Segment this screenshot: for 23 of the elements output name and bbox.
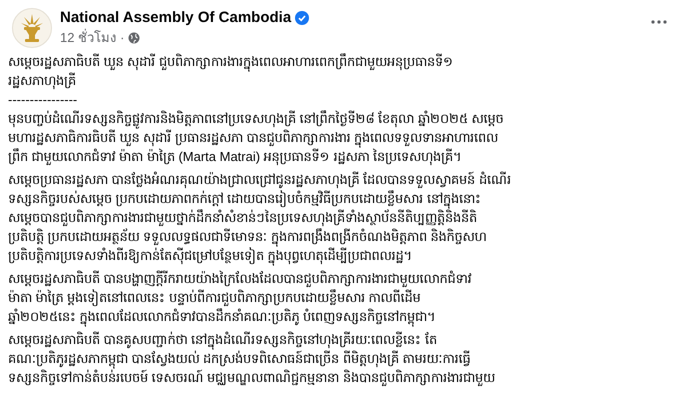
post-text: មុនបញ្ចប់ដំណើរទស្សនកិច្ចផ្លូវការនិងមិត្តភាពនៅប្រទេសហុងគ្រី នៅព្រឹកថ្ងៃទី២៨ ខែតុលា ឆ្នាំ២០២៥ សម្តេច (8, 109, 679, 128)
post-text: ទស្សនកិច្ចទៅកាន់តំបន់របេចម៍ ទេសចរណ៍ មជ្ឈមណ្ឌលពាណិជ្ជកម្មនានា និងបានជួបពិភាក្សាការងារជាមួយ (8, 369, 496, 387)
post-text: សម្តេចរដ្ឋសភាធិបតី បានបង្ហាញក្តីរីករាយយ៉ាងក្រៃលែងដែលបានជួបពិភាក្សាការងារជាមួយលោកជំទាវ (8, 270, 473, 288)
emblem-logo (12, 8, 52, 48)
separator-dot: · (120, 29, 124, 47)
more-options-icon[interactable] (651, 20, 667, 24)
post-text: គណៈប្រតិភូរដ្ឋសភាកម្ពុជា បានស្វែងយល់ ដកស្រង់បទពិសោធន៍ជាច្រើន ពីមិត្តហុងគ្រី តាមរយៈការធ្វើ (8, 349, 679, 368)
post-title: រដ្ឋសភាហុងគ្រី (8, 72, 77, 90)
dashed-separator: ---------------- (8, 91, 78, 109)
post-text: ម៉ាតា ម៉ាត្រៃ ម្តងទៀតនៅពេលនេះ បន្ទាប់ពីការជួបពិភាក្សាប្រកបដោយខ្លឹមសារ កាលពីដើម (8, 288, 422, 307)
globe-icon (128, 32, 140, 44)
post-text: សម្តេចប្រធានរដ្ឋសភា បានថ្លែងអំណរគុណយ៉ាងជ្រាលជ្រៅជូនរដ្ឋសភាហុងគ្រី ដែលបានទទួលស្វាគមន៍ ដំណើរ (8, 170, 512, 189)
post-text: ប្រតិបត្តិការប្រទេសទាំងពីរឱ្យកាន់តែស៊ីជម្រៅបន្ថែមទៀត ក្នុងបុព្វហេតុដើម្បីប្រជាពលរដ្ឋ។ (8, 246, 679, 265)
post-text: ទស្សនកិច្ចរបស់សម្តេច ប្រកបដោយភាពកក់ក្តៅ ដោយបានរៀបចំកម្មវិធីប្រកបដោយខ្លឹមសារ នៅក្នុងនោះ (8, 189, 679, 208)
post-text: សម្តេចបានជួបពិភាក្សាការងារជាមួយថ្នាក់ដឹកនាំសំខាន់ៗនៃប្រទេសហុងគ្រីទាំងស្ថាប័ននីតិប្បញ្ញត្តិនិងនីតិ (8, 209, 478, 227)
page-name[interactable]: National Assembly Of Cambodia (60, 8, 292, 28)
post-text: ប្រតិបត្តិ ប្រកបដោយអត្ថន័យ ទទួលលទ្ធផលជាទីមោទនៈ ក្នុងការពង្រឹងពង្រីកចំណងមិត្តភាព និងកិច្ចសហ (8, 227, 679, 246)
post-text: សម្តេចរដ្ឋសភាធិបតី បានគូសបញ្ជាក់ថា នៅក្នុងដំណើរទស្សនកិច្ចនៅហុងគ្រីរយៈពេលខ្លីនេះ តែ (8, 330, 679, 349)
post-text: ឆ្នាំ២០២៥នេះ ក្នុងពេលដែលលោកជំទាវបានដឹកនាំគណៈប្រតិភូ បំពេញទស្សនកិច្ចនៅកម្ពុជា។ (8, 307, 679, 326)
post-title: សម្តេចរដ្ឋសភាធិបតី ឃួន សុដារី ជួបពិភាក្សាការងារក្នុងពេលអាហារពេកព្រឹកជាមួយអនុប្រធានទី១ (8, 52, 679, 71)
post-text: ព្រឹក ជាមួយលោកជំទាវ ម៉ាតា ម៉ាត្រៃ (Marta Matrai) អនុប្រធានទី១ រដ្ឋសភា នៃប្រទេសហុងគ្រី។ (8, 148, 463, 166)
post-text: មហារដ្ឋសភាធិការធិបតី ឃួន សុដារី ប្រធានរដ្ឋសភា បានជួបពិភាក្សាការងារ ក្នុងពេលទទួលទានអាហារពេល (8, 128, 679, 147)
post-time[interactable]: 12 ชั่วโมง (60, 28, 116, 48)
